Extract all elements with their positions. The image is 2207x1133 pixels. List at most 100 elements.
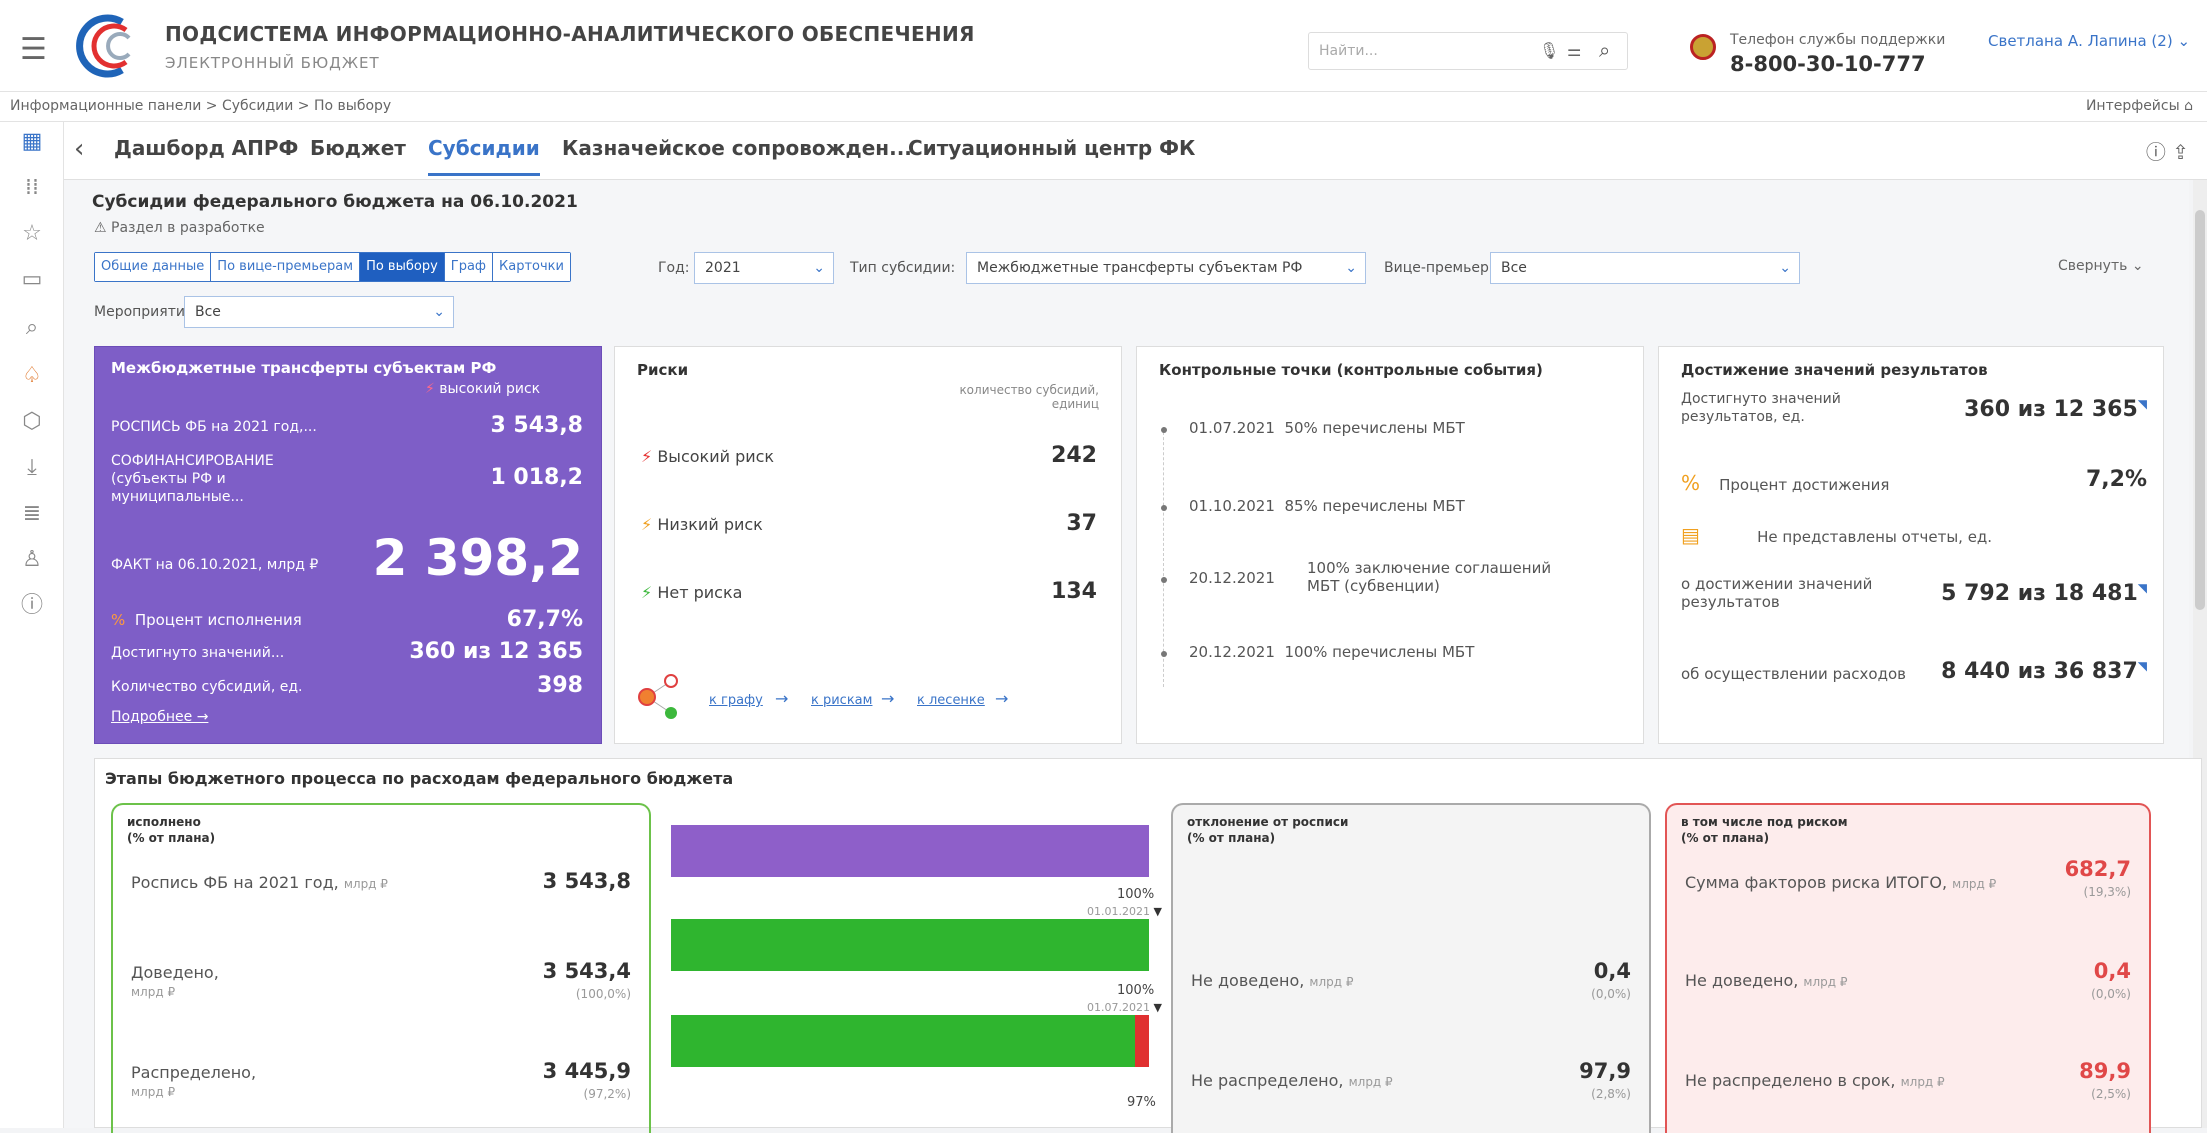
- tab-budget[interactable]: Бюджет: [310, 136, 406, 160]
- to-graph-link[interactable]: к графу: [709, 693, 763, 708]
- deviation-subheading: (% от плана): [1187, 831, 1276, 845]
- risk3-unit: млрд ₽: [1900, 1075, 1945, 1089]
- achievement-pct-value: 7,2%: [2085, 467, 2147, 492]
- deviation-heading: отклонение от росписи: [1187, 815, 1349, 829]
- search-icon[interactable]: ⌕: [1599, 38, 1610, 62]
- bar2-date: 01.07.2021 ▼: [1087, 1001, 1162, 1014]
- filter-sliders-icon[interactable]: ⚌: [1567, 41, 1581, 60]
- download-icon[interactable]: ⤓: [18, 454, 46, 482]
- risk-badge: ⚡ высокий риск: [425, 381, 540, 397]
- transfers-card-title: Межбюджетные трансферты субъектам РФ: [111, 359, 497, 377]
- vice-premier-select[interactable]: Все ⌄: [1490, 252, 1800, 284]
- chevron-left-icon[interactable]: ‹: [74, 134, 84, 164]
- view-cards[interactable]: Карточки: [493, 253, 570, 281]
- risk2-unit: млрд ₽: [1803, 975, 1848, 989]
- view-general[interactable]: Общие данные: [95, 253, 212, 281]
- share-icon[interactable]: ⇪: [2172, 140, 2189, 164]
- chevron-down-icon: ⌄: [813, 260, 825, 276]
- events-value: Все: [195, 304, 221, 320]
- info-icon[interactable]: ⓘ: [2146, 140, 2166, 164]
- scrollbar-thumb[interactable]: [2195, 210, 2205, 610]
- executed-subheading: (% от плана): [127, 831, 216, 845]
- risk-subheading: (% от плана): [1681, 831, 1770, 845]
- results-reports-value: 5 792 из 18 481◥: [1941, 581, 2147, 606]
- risk1-pct: (19,3%): [2083, 885, 2131, 899]
- apps-grid-icon[interactable]: ⁞⁞: [18, 174, 46, 202]
- chevron-down-icon: ⌄: [1345, 260, 1357, 276]
- low-risk-text: Низкий риск: [657, 515, 763, 534]
- folder-icon[interactable]: ▭: [18, 266, 46, 294]
- execution-pct-label: % Процент исполнения: [111, 611, 302, 629]
- tab-treasury[interactable]: Казначейское сопровожден...: [562, 136, 912, 160]
- distributed-bar-gap: [1135, 1015, 1149, 1067]
- search-icon[interactable]: ⌕: [18, 314, 46, 342]
- cofinancing-label-2: (субъекты РФ и: [111, 471, 226, 487]
- timeline-dot: [1161, 505, 1167, 511]
- dev2-label-text: Не распределено,: [1191, 1071, 1344, 1090]
- bar1-pct: 100%: [1117, 887, 1155, 902]
- row2-label: Доведено,: [131, 963, 219, 982]
- menu-icon[interactable]: ☰: [20, 32, 47, 67]
- database-icon[interactable]: ≣: [18, 500, 46, 528]
- info-icon[interactable]: ⓘ: [18, 592, 46, 620]
- dev-notice: ⚠ Раздел в разработке: [94, 220, 265, 236]
- breadcrumb[interactable]: Информационные панели > Субсидии > По вы…: [10, 98, 391, 114]
- delivered-bar: [671, 919, 1149, 971]
- achieved-label: Достигнуто значений...: [111, 645, 285, 661]
- lightning-green-icon: ⚡: [641, 583, 653, 602]
- top-bar: ☰ ПОДСИСТЕМА ИНФОРМАЦИОННО-АНАЛИТИЧЕСКОГ…: [0, 0, 2207, 92]
- support-phone: 8-800-30-10-777: [1730, 52, 1926, 76]
- risk2-label: Не доведено, млрд ₽: [1685, 971, 1848, 990]
- search-placeholder: Найти...: [1319, 43, 1378, 59]
- to-risks-link[interactable]: к рискам: [811, 693, 872, 708]
- corner-marker-icon: ◥: [2137, 659, 2147, 673]
- dashboard-icon[interactable]: ▦: [18, 128, 46, 156]
- lightning-icon: ⚡: [425, 381, 435, 397]
- budget-stages-panel: Этапы бюджетного процесса по расходам фе…: [94, 758, 2202, 1133]
- app-subtitle: ЭЛЕКТРОННЫЙ БЮДЖЕТ: [165, 54, 380, 72]
- tab-subsidies[interactable]: Субсидии: [428, 136, 540, 176]
- view-switcher: Общие данные По вице-премьерам По выбору…: [94, 252, 571, 282]
- dev2-label: Не распределено, млрд ₽: [1191, 1071, 1393, 1090]
- view-by-choice[interactable]: По выбору: [360, 253, 445, 281]
- control-points-card: Контрольные точки (контрольные события) …: [1136, 346, 1644, 744]
- control-points-title: Контрольные точки (контрольные события): [1159, 361, 1543, 379]
- cube-icon[interactable]: ⬡: [18, 408, 46, 436]
- interfaces-link[interactable]: Интерфейсы ⌂: [2086, 98, 2193, 114]
- to-ladder-link[interactable]: к лесенке: [917, 693, 985, 708]
- achievement-pct-text: Процент достижения: [1719, 476, 1890, 494]
- user-icon[interactable]: ♙: [18, 546, 46, 574]
- user-menu[interactable]: Светлана А. Лапина (2) ⌄: [1988, 32, 2190, 50]
- view-graph[interactable]: Граф: [444, 253, 494, 281]
- dev1-label-text: Не доведено,: [1191, 971, 1305, 990]
- notification-icon[interactable]: ♤: [18, 362, 46, 390]
- corner-marker-icon: ◥: [2137, 397, 2147, 411]
- star-icon[interactable]: ☆: [18, 220, 46, 248]
- dev1-pct: (0,0%): [1591, 987, 1631, 1001]
- risk1-unit: млрд ₽: [1952, 877, 1997, 891]
- chevron-up-icon: ⌂: [2184, 98, 2193, 114]
- search-box[interactable]: Найти... 🎙 ⚌ ⌕: [1308, 32, 1628, 70]
- tab-dashboard-aprf[interactable]: Дашборд АПРФ: [114, 136, 298, 160]
- cofinancing-value: 1 018,2: [490, 465, 583, 490]
- collapse-button[interactable]: Свернуть ⌄: [2058, 258, 2144, 274]
- bar3-pct: 97%: [1127, 1095, 1156, 1110]
- low-risk-value: 37: [1066, 511, 1097, 536]
- tab-bar: ‹ Дашборд АПРФ Бюджет Субсидии Казначейс…: [64, 122, 2207, 180]
- achieved-label-2: результатов, ед.: [1681, 409, 1805, 425]
- more-link[interactable]: Подробнее →: [111, 709, 208, 725]
- events-select[interactable]: Все ⌄: [184, 296, 454, 328]
- budget-stages-title: Этапы бюджетного процесса по расходам фе…: [105, 769, 734, 788]
- count-value: 398: [537, 673, 583, 698]
- control-point-3-text-1: 100% заключение соглашений: [1307, 559, 1552, 577]
- tab-situation-center[interactable]: Ситуационный центр ФК: [908, 136, 1195, 160]
- row3-pct: (97,2%): [583, 1087, 631, 1101]
- app-title: ПОДСИСТЕМА ИНФОРМАЦИОННО-АНАЛИТИЧЕСКОГО …: [165, 22, 975, 46]
- year-select[interactable]: 2021 ⌄: [694, 252, 834, 284]
- view-by-vice-premier[interactable]: По вице-премьерам: [211, 253, 361, 281]
- subsidy-type-select[interactable]: Межбюджетные трансферты субъектам РФ ⌄: [966, 252, 1366, 284]
- microphone-icon[interactable]: 🎙: [1539, 41, 1559, 60]
- cp4-date: 20.12.2021: [1189, 643, 1275, 661]
- control-point-2: 01.10.2021 85% перечислены МБТ: [1189, 497, 1465, 515]
- transfers-card[interactable]: Межбюджетные трансферты субъектам РФ ⚡ в…: [94, 346, 602, 744]
